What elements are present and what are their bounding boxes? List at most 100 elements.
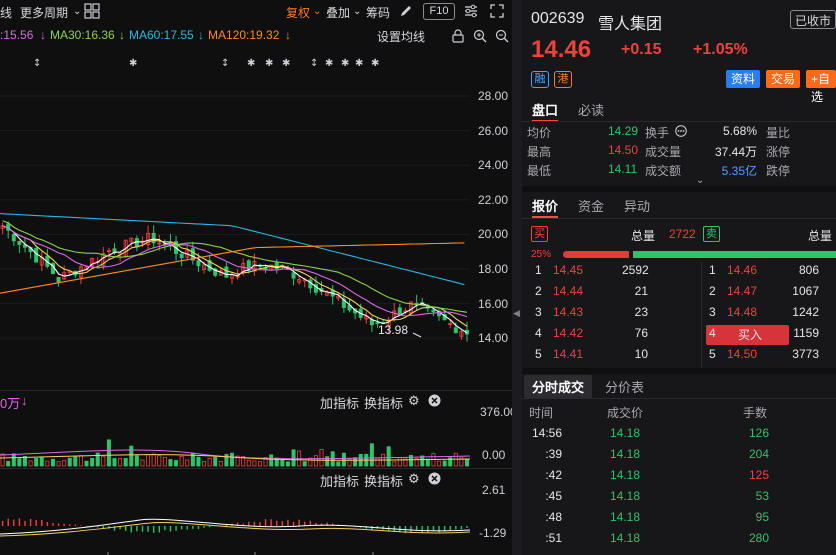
bid-level: 3 bbox=[535, 305, 542, 319]
arrow-down-icon: ↓ bbox=[119, 28, 125, 42]
ma-settings-button[interactable]: 设置均线 bbox=[377, 28, 425, 45]
kline-chart-panel[interactable]: 线 更多周期 ⌄ 复权 ⌄ 叠加 ⌄ 筹码 F10 :15.56 ↓ MA30:… bbox=[0, 0, 517, 555]
gear-icon[interactable]: ⚙ bbox=[408, 471, 420, 487]
trade-time: :48 bbox=[545, 510, 562, 524]
zoom-in-icon[interactable] bbox=[473, 29, 487, 46]
add-watchlist-button[interactable]: +自选 bbox=[806, 70, 836, 104]
close-icon[interactable] bbox=[428, 472, 441, 488]
chart-toolbar: 线 更多周期 ⌄ 复权 ⌄ 叠加 ⌄ 筹码 F10 bbox=[0, 0, 512, 24]
tab-funds[interactable]: 资金 bbox=[578, 196, 604, 215]
volume-bar bbox=[341, 452, 346, 467]
price-y-axis: 28.00 26.00 24.00 22.00 20.00 18.00 16.00 14.00 bbox=[470, 52, 512, 392]
trade-time: :42 bbox=[545, 468, 562, 482]
close-icon[interactable] bbox=[428, 394, 441, 410]
divider bbox=[522, 218, 836, 219]
expand-icon[interactable] bbox=[489, 3, 505, 19]
volume-bar bbox=[73, 456, 78, 467]
panel-splitter[interactable]: ◀ bbox=[512, 0, 522, 555]
price-axis-label: 14.00 bbox=[477, 331, 508, 346]
volume-bar bbox=[465, 458, 470, 467]
volume-chart[interactable] bbox=[0, 410, 470, 468]
grid-layout-icon[interactable] bbox=[84, 3, 100, 19]
ask-row[interactable]: 1 14.46 806 bbox=[702, 262, 836, 282]
bid-row[interactable]: 2 14.44 21 bbox=[522, 283, 701, 303]
bid-level: 5 bbox=[535, 347, 542, 361]
candlestick-chart[interactable]: ↕ ✱ ↕ ✱ ✱ ✱ ↕ ✱ ✱ ✱ ✱ bbox=[0, 50, 470, 390]
trade-time: :45 bbox=[545, 489, 562, 503]
lock-icon[interactable] bbox=[451, 29, 465, 46]
more-periods-button[interactable]: 更多周期 bbox=[20, 4, 68, 21]
ask-row[interactable]: 2 14.47 1067 bbox=[702, 283, 836, 303]
buy-button[interactable]: 买入 bbox=[738, 326, 762, 343]
tab-quote[interactable]: 报价 bbox=[532, 196, 558, 215]
bid-qty: 23 bbox=[634, 305, 648, 319]
f10-button[interactable]: F10 bbox=[423, 3, 455, 20]
chevron-down-icon[interactable]: ⌄ bbox=[353, 6, 361, 17]
volume-bar bbox=[302, 461, 307, 467]
gear-icon[interactable]: ⚙ bbox=[408, 393, 420, 409]
trade-qty: 95 bbox=[755, 510, 769, 524]
overlay-button[interactable]: 叠加 bbox=[326, 4, 350, 21]
volume-bar bbox=[151, 453, 156, 467]
candle-body bbox=[196, 260, 201, 267]
bid-row[interactable]: 1 14.45 2592 bbox=[522, 262, 701, 282]
add-indicator-button[interactable]: 加指标 bbox=[320, 471, 359, 490]
volume-bar bbox=[291, 449, 296, 467]
ask-row[interactable]: 4 买入 1159 bbox=[702, 325, 836, 345]
bid-row[interactable]: 4 14.42 76 bbox=[522, 325, 701, 345]
zoom-out-icon[interactable] bbox=[495, 29, 509, 46]
ask-total-label: 总量 bbox=[808, 229, 833, 243]
volume-bar bbox=[179, 455, 184, 467]
tab-tick-trades[interactable]: 分时成交 bbox=[524, 375, 593, 398]
event-marker-icon: ✱ bbox=[355, 58, 363, 69]
arrow-down-icon: ↓ bbox=[285, 28, 291, 42]
bid-qty: 21 bbox=[634, 284, 648, 298]
bid-price: 14.41 bbox=[553, 347, 584, 361]
chevron-down-icon[interactable]: ⌄ bbox=[696, 175, 704, 186]
volume-bar bbox=[174, 460, 179, 467]
volume-bar bbox=[50, 458, 55, 467]
trade-price: 14.18 bbox=[610, 426, 641, 440]
trade-button[interactable]: 交易 bbox=[766, 70, 801, 88]
bid-price: 14.44 bbox=[553, 284, 584, 298]
adjust-icon[interactable] bbox=[463, 3, 479, 19]
macd-max-label: 2.61 bbox=[482, 483, 506, 497]
candle-body bbox=[431, 309, 436, 313]
chart-type-label[interactable]: 线 bbox=[0, 4, 12, 21]
volume-bar bbox=[34, 458, 39, 467]
bid-row[interactable]: 5 14.41 10 bbox=[522, 346, 701, 366]
ask-qty: 1242 bbox=[792, 305, 819, 319]
ask-price: 14.50 bbox=[727, 347, 758, 361]
chevron-down-icon[interactable]: ⌄ bbox=[313, 6, 321, 17]
macd-min-label: -1.29 bbox=[479, 526, 507, 540]
stat-value: 14.29 bbox=[608, 124, 639, 138]
switch-indicator-button[interactable]: 换指标 bbox=[364, 471, 403, 490]
tab-must-read[interactable]: 必读 bbox=[578, 100, 604, 119]
stat-value: 5.68% bbox=[722, 124, 757, 138]
info-button[interactable]: 资料 bbox=[726, 70, 761, 88]
more-info-icon[interactable] bbox=[675, 125, 687, 140]
chevron-left-icon[interactable]: ◀ bbox=[513, 308, 520, 319]
bid-ratio-fill bbox=[563, 251, 630, 258]
volume-bar bbox=[213, 456, 218, 467]
chevron-down-icon[interactable]: ⌄ bbox=[73, 6, 81, 17]
trade-price: 14.18 bbox=[610, 447, 641, 461]
price-axis-label: 24.00 bbox=[477, 158, 508, 173]
stat-label: 换手 bbox=[645, 126, 670, 140]
restore-rights-button[interactable]: 复权 bbox=[286, 4, 310, 21]
volume-bar bbox=[257, 461, 262, 467]
volume-bar bbox=[397, 457, 402, 467]
bid-row[interactable]: 3 14.43 23 bbox=[522, 304, 701, 324]
pen-draw-icon[interactable] bbox=[398, 3, 414, 19]
ask-row[interactable]: 3 14.48 1242 bbox=[702, 304, 836, 324]
ask-row[interactable]: 5 14.50 3773 bbox=[702, 346, 836, 366]
trade-time: :51 bbox=[545, 531, 562, 545]
macd-chart[interactable] bbox=[0, 490, 470, 555]
tab-anomaly[interactable]: 异动 bbox=[624, 196, 650, 215]
tab-price-distribution[interactable]: 分价表 bbox=[605, 377, 644, 396]
tab-order-book[interactable]: 盘口 bbox=[532, 100, 558, 119]
volume-bar bbox=[369, 443, 374, 467]
ask-level: 1 bbox=[709, 263, 716, 277]
chips-button[interactable]: 筹码 bbox=[366, 4, 390, 21]
hk-connect-tag: 港 bbox=[554, 71, 572, 88]
